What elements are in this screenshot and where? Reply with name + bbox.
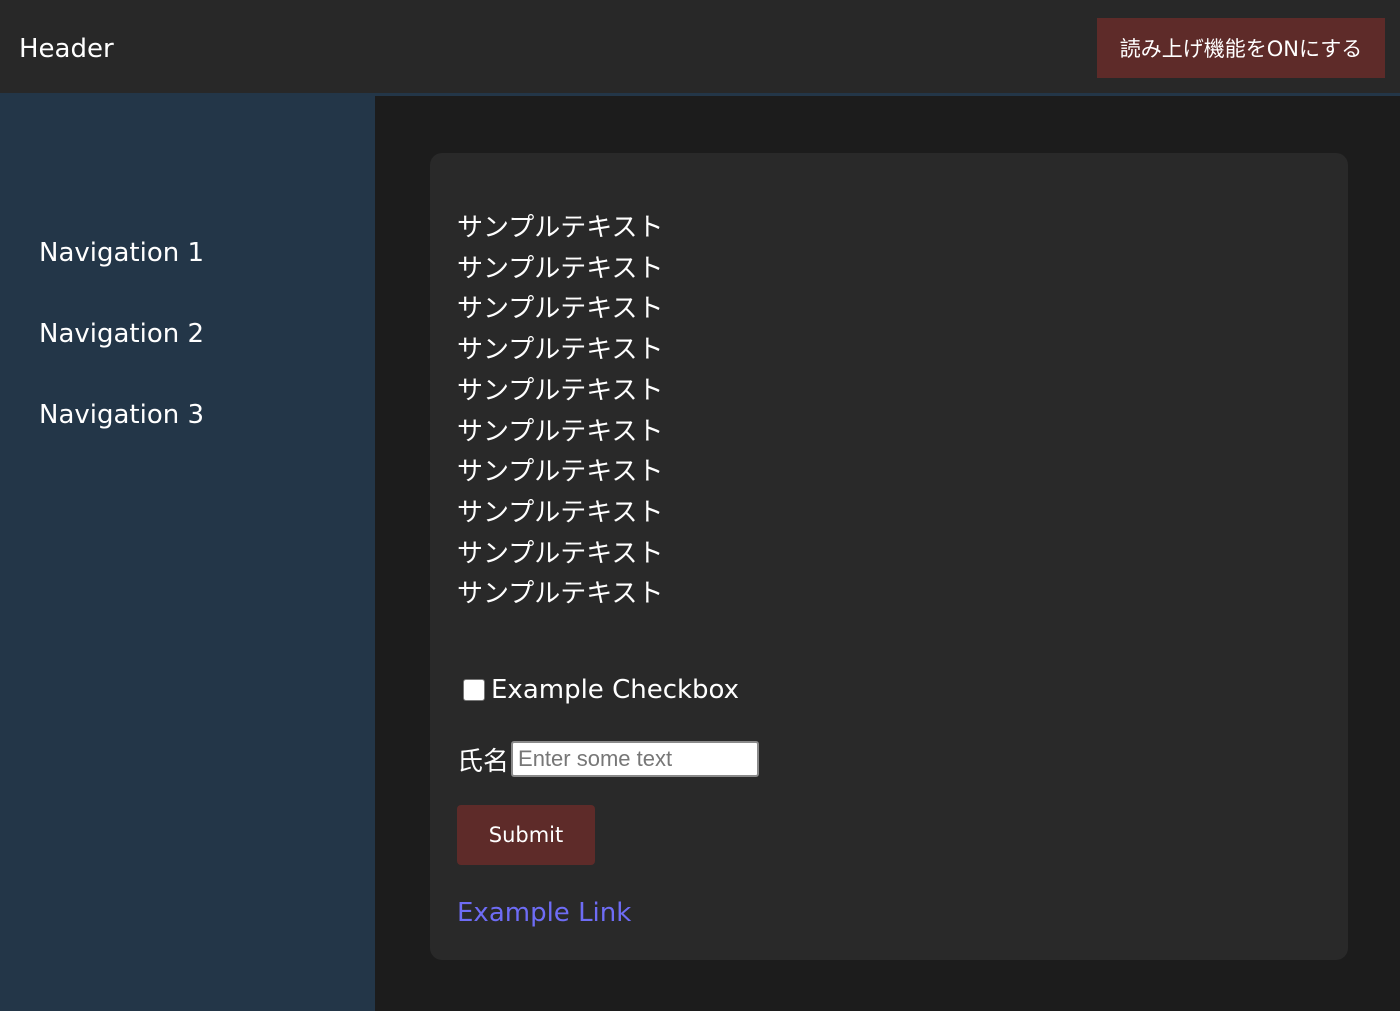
example-checkbox-label: Example Checkbox bbox=[491, 675, 740, 705]
header-title: Header bbox=[19, 34, 114, 64]
content-card: サンプルテキスト サンプルテキスト サンプルテキスト サンプルテキスト サンプル… bbox=[430, 153, 1348, 960]
sample-text: サンプルテキスト bbox=[457, 416, 664, 447]
read-aloud-toggle-button[interactable]: 読み上げ機能をONにする bbox=[1097, 18, 1385, 78]
sidebar: Navigation 1 Navigation 2 Navigation 3 bbox=[0, 96, 375, 1011]
sample-text: サンプルテキスト bbox=[457, 375, 664, 406]
sample-text: サンプルテキスト bbox=[457, 457, 664, 488]
name-field-label: 氏名 bbox=[457, 746, 510, 777]
name-field-row: 氏名 bbox=[457, 741, 760, 777]
sidebar-item-navigation-3[interactable]: Navigation 3 bbox=[39, 398, 204, 432]
sample-text: サンプルテキスト bbox=[457, 497, 664, 528]
sidebar-item-navigation-1[interactable]: Navigation 1 bbox=[39, 236, 204, 270]
sample-text: サンプルテキスト bbox=[457, 335, 664, 366]
sample-text: サンプルテキスト bbox=[457, 579, 664, 610]
example-checkbox-row[interactable]: Example Checkbox bbox=[463, 673, 739, 707]
sidebar-item-navigation-2[interactable]: Navigation 2 bbox=[39, 317, 204, 351]
sample-text: サンプルテキスト bbox=[457, 538, 664, 569]
sample-text: サンプルテキスト bbox=[457, 253, 664, 284]
sample-text: サンプルテキスト bbox=[457, 213, 664, 243]
name-input[interactable] bbox=[511, 741, 760, 777]
sample-text-list: サンプルテキスト サンプルテキスト サンプルテキスト サンプルテキスト サンプル… bbox=[457, 208, 663, 615]
sample-text: サンプルテキスト bbox=[457, 294, 664, 325]
header: Header 読み上げ機能をONにする bbox=[0, 0, 1400, 96]
example-checkbox[interactable] bbox=[463, 679, 485, 701]
submit-button[interactable]: Submit bbox=[457, 805, 595, 865]
example-link[interactable]: Example Link bbox=[457, 896, 631, 930]
